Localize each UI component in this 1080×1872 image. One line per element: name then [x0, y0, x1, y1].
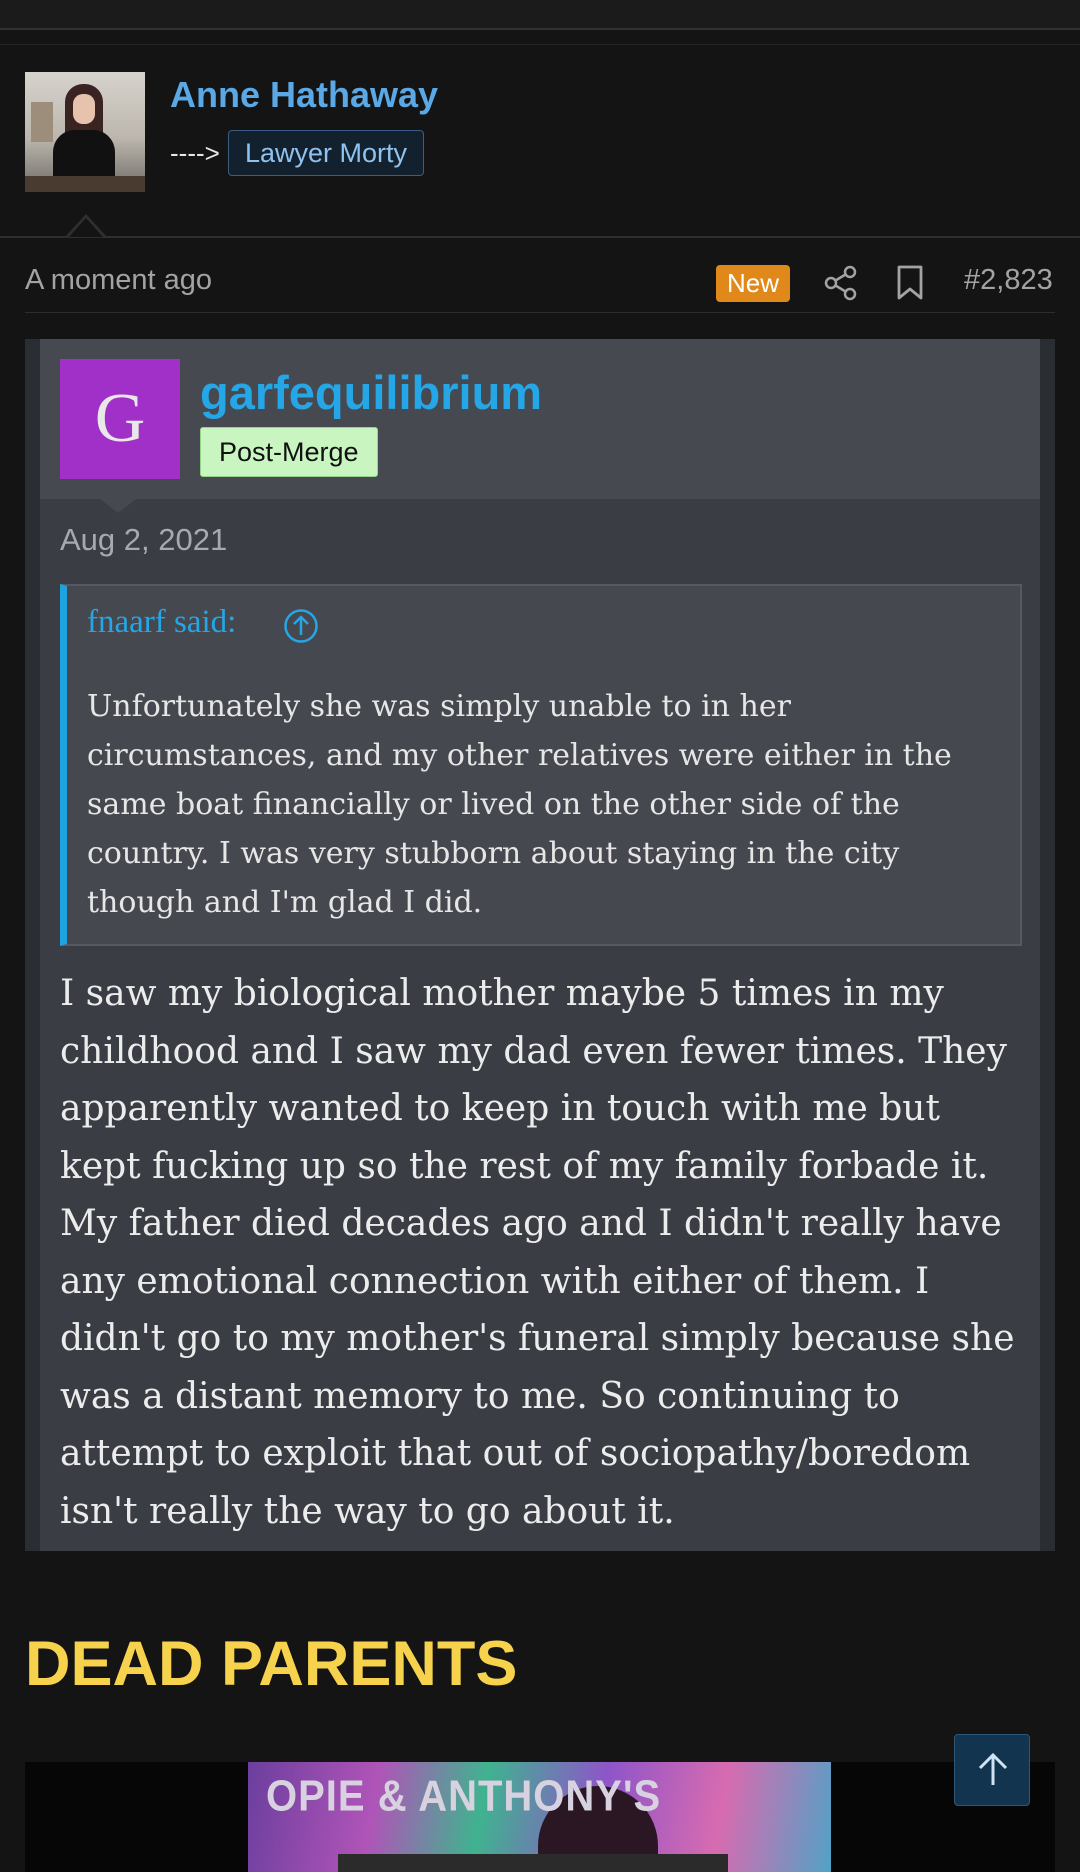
arrow-up-icon: [978, 1752, 1008, 1785]
scroll-to-top-button[interactable]: [954, 1734, 1030, 1806]
user-title-badge: Post-Merge: [200, 427, 378, 477]
share-icon[interactable]: [822, 264, 860, 302]
header-caret: [100, 499, 136, 513]
author-avatar[interactable]: [25, 72, 145, 192]
quoted-post-embed: G garfequilibrium Post-Merge Aug 2, 2021…: [25, 339, 1055, 1551]
post-number-link[interactable]: #2,823: [964, 264, 1053, 297]
quoted-post-header: G garfequilibrium Post-Merge: [40, 339, 1040, 499]
top-navigation-bar: [0, 0, 1080, 30]
author-name[interactable]: Anne Hathaway: [170, 74, 438, 116]
post-headline: DEAD PARENTS: [25, 1629, 518, 1699]
blockquote-attribution[interactable]: fnaarf said:: [87, 604, 236, 641]
quoted-post-date[interactable]: Aug 2, 2021: [60, 522, 227, 558]
blockquote-text: Unfortunately she was simply unable to i…: [87, 689, 952, 920]
embedded-image-caption: OPIE & ANTHONY'S: [266, 1771, 662, 1821]
quoted-user-avatar[interactable]: G: [60, 359, 180, 479]
bookmark-icon[interactable]: [894, 264, 926, 302]
divider: [25, 312, 1055, 313]
quoted-post-content: G garfequilibrium Post-Merge Aug 2, 2021…: [40, 339, 1040, 1551]
author-title-arrow: ---->: [170, 138, 220, 168]
post-timestamp[interactable]: A moment ago: [25, 264, 212, 297]
quoted-username[interactable]: garfequilibrium: [200, 365, 542, 420]
go-to-quote-icon[interactable]: [283, 608, 319, 644]
author-user-title-badge: Lawyer Morty: [228, 130, 425, 176]
embedded-image[interactable]: OPIE & ANTHONY'S: [25, 1762, 1055, 1872]
new-badge: New: [716, 265, 791, 302]
quoted-post-text: I saw my biological mother maybe 5 times…: [60, 973, 1015, 1532]
embedded-image-picture: OPIE & ANTHONY'S: [248, 1762, 831, 1872]
header-divider: [0, 236, 1080, 238]
blockquote: fnaarf said: Unfortunately she was simpl…: [60, 584, 1022, 946]
divider: [0, 44, 1080, 45]
